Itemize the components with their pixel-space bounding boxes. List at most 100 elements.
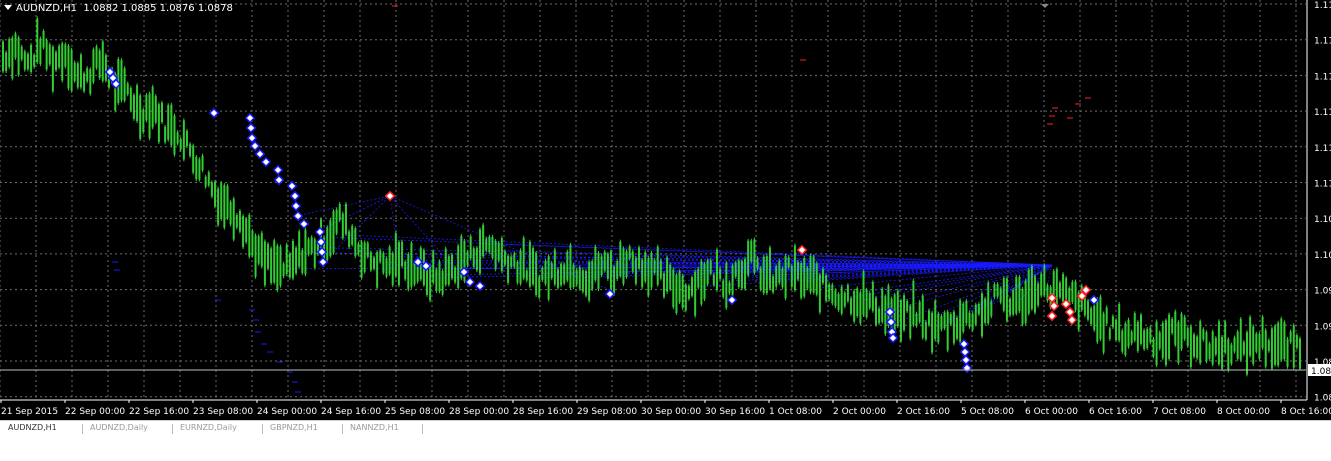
candle-body <box>123 68 126 101</box>
candle-body <box>23 51 26 70</box>
candle-body <box>291 240 294 279</box>
tab-audnzd-daily[interactable]: AUDNZD,Daily <box>90 422 168 434</box>
tab-gbpnzd-h1[interactable]: GBPNZD,H1 <box>270 422 338 434</box>
candle-body <box>494 241 497 270</box>
x-tick-label: 30 Sep 16:00 <box>705 407 765 417</box>
candle-body <box>606 253 609 279</box>
candle-body <box>413 262 416 285</box>
price-chart[interactable]: 1.11 1.11 1.11 1.11 1.11 1.11 1.10 1.10 1.09 1.09… <box>0 0 1331 420</box>
candle-body <box>1236 331 1239 359</box>
candle-body <box>1245 332 1248 375</box>
chart-menu-triangle-icon[interactable] <box>4 5 12 10</box>
candle-body <box>500 237 503 272</box>
candle-body <box>934 301 937 340</box>
candle-body <box>335 209 338 234</box>
x-tick-label: 2 Oct 00:00 <box>833 407 886 417</box>
candle-body <box>800 263 803 298</box>
candle-body <box>1205 332 1208 362</box>
candle-body <box>1211 331 1214 365</box>
tab-separator <box>342 424 343 434</box>
candle-body <box>793 245 796 291</box>
candle-body <box>39 38 42 65</box>
candle-body <box>525 270 528 281</box>
candle-body <box>217 188 220 225</box>
candle-body <box>825 275 828 301</box>
candle-body <box>457 245 460 288</box>
candle-body <box>625 251 628 278</box>
candle-body <box>466 252 469 266</box>
candle-body <box>95 46 98 68</box>
candle-body <box>756 258 759 269</box>
candle-body <box>33 54 36 67</box>
candle-body <box>310 237 313 254</box>
candle-body <box>1192 334 1195 357</box>
candle-body <box>45 40 48 70</box>
candle-body <box>949 314 952 325</box>
candle-body <box>429 265 432 301</box>
candle-body <box>1171 319 1174 334</box>
tab-nannzd-h1[interactable]: NANNZD,H1 <box>350 422 418 434</box>
candle-body <box>1295 335 1298 348</box>
candle-body <box>1221 336 1224 369</box>
buy-signal-marker <box>298 218 310 230</box>
tab-separator <box>422 424 423 434</box>
candle-body <box>1058 282 1061 298</box>
candle-body <box>943 312 946 329</box>
candle-body <box>185 130 188 146</box>
candle-body <box>373 257 376 269</box>
candle-body <box>17 37 20 75</box>
candle-body <box>248 214 251 257</box>
candle-body <box>962 303 965 332</box>
candle-body <box>8 39 11 67</box>
candle-body <box>918 301 921 322</box>
candle-body <box>850 298 853 314</box>
candle-body <box>678 271 681 302</box>
candle-body <box>173 115 176 155</box>
candle-body <box>270 248 273 283</box>
tab-eurnzd-daily[interactable]: EURNZD,Daily <box>180 422 258 434</box>
candle-body <box>1174 311 1177 346</box>
x-tick-label: 8 Oct 16:00 <box>1281 407 1331 417</box>
candle-body <box>703 263 706 300</box>
candle-body <box>1239 318 1242 360</box>
candle-body <box>369 252 372 271</box>
candle-body <box>357 243 360 255</box>
candle-body <box>469 236 472 259</box>
tab-separator <box>82 424 83 434</box>
candle-body <box>522 237 525 279</box>
candle-body <box>1227 339 1230 371</box>
candle-body <box>1164 320 1167 365</box>
candle-body <box>1037 283 1040 306</box>
candle-body <box>338 204 341 221</box>
candle-body <box>182 120 185 160</box>
candle-body <box>834 290 837 307</box>
candle-body <box>482 224 485 257</box>
candle-body <box>341 213 344 239</box>
candle-body <box>263 241 266 286</box>
sell-signal-marker <box>384 190 396 202</box>
candle-body <box>279 246 282 286</box>
candle-body <box>438 261 441 292</box>
candle-body <box>1267 340 1270 351</box>
candle-body <box>884 296 887 334</box>
candle-body <box>968 312 971 327</box>
candle-body <box>541 267 544 281</box>
tab-audnzd-h1[interactable]: AUDNZD,H1 <box>8 422 76 434</box>
candle-body <box>1102 313 1105 353</box>
candle-body <box>198 159 201 180</box>
candle-body <box>993 284 996 298</box>
candle-body <box>1021 288 1024 325</box>
candle-body <box>394 233 397 277</box>
candle-body <box>591 261 594 290</box>
chart-area[interactable]: 1.11 1.11 1.11 1.11 1.11 1.11 1.10 1.10 1.09 1.09… <box>0 0 1331 420</box>
candle-body <box>497 242 500 261</box>
candle-body <box>578 267 581 289</box>
candle-body <box>856 288 859 317</box>
candle-body <box>295 247 298 274</box>
candle-body <box>98 50 101 79</box>
candle-body <box>675 275 678 314</box>
candle-body <box>1217 321 1220 365</box>
candle-body <box>899 300 902 342</box>
candle-body <box>161 102 164 123</box>
candle-body <box>843 292 846 307</box>
